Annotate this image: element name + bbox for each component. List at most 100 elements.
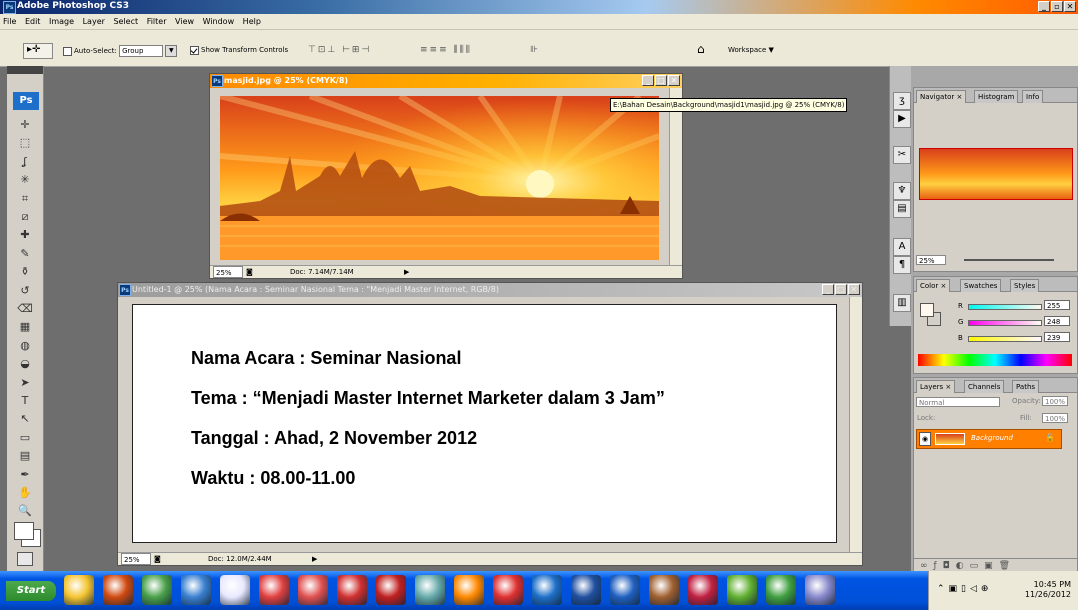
document-title-bar[interactable]: Ps masjid.jpg @ 25% (CMYK/8) _ □ ✕ xyxy=(210,74,682,88)
taskbar-app-icon[interactable] xyxy=(64,575,94,605)
menu-layer[interactable]: Layer xyxy=(80,14,108,29)
document-vertical-scrollbar[interactable] xyxy=(669,88,682,266)
notes-panel-icon[interactable]: ▥ xyxy=(893,294,911,312)
tab-layers[interactable]: Layers × xyxy=(916,380,956,393)
eraser-icon[interactable]: ⌫ xyxy=(17,302,33,316)
eyedropper-icon[interactable]: ✒ xyxy=(17,468,33,482)
tab-swatches[interactable]: Swatches xyxy=(960,279,1002,292)
align-buttons-group[interactable]: ⊤⊡⊥ ⊢⊞⊣ xyxy=(308,45,371,55)
blur-icon[interactable]: ◍ xyxy=(17,339,33,353)
notes-icon[interactable]: ▤ xyxy=(17,449,33,463)
opacity-field[interactable]: 100% xyxy=(1042,396,1068,406)
taskbar-app-icon[interactable] xyxy=(298,575,328,605)
menu-select[interactable]: Select xyxy=(110,14,141,29)
fill-field[interactable]: 100% xyxy=(1042,413,1068,423)
taskbar-app-icon[interactable] xyxy=(805,575,835,605)
tab-paths[interactable]: Paths xyxy=(1012,380,1040,393)
foreground-color-chip[interactable] xyxy=(920,303,934,317)
crop-icon[interactable]: ⌗ xyxy=(17,192,33,206)
hand-icon[interactable]: ✋ xyxy=(17,486,33,500)
taskbar-app-icon[interactable] xyxy=(103,575,133,605)
layers-bottom-toolbar[interactable]: ∞ƒ◘◐▭▣🗑 xyxy=(914,558,1077,572)
blue-value[interactable]: 239 xyxy=(1044,332,1070,342)
tools-panel-header[interactable] xyxy=(7,66,43,74)
paragraph-panel-icon[interactable]: ¶ xyxy=(893,256,911,274)
menu-file[interactable]: File xyxy=(0,14,19,29)
blue-slider[interactable] xyxy=(968,336,1042,342)
gradient-icon[interactable]: ▦ xyxy=(17,320,33,334)
menu-filter[interactable]: Filter xyxy=(144,14,170,29)
zoom-icon[interactable]: 🔍 xyxy=(17,504,33,518)
red-value[interactable]: 255 xyxy=(1044,300,1070,310)
tray-icons[interactable]: ⌃▣▯◁⊕ xyxy=(937,584,992,594)
canvas[interactable]: Nama Acara : Seminar Nasional Tema : “Me… xyxy=(132,304,837,543)
taskbar-app-icon[interactable] xyxy=(142,575,172,605)
group-select[interactable]: Group xyxy=(119,45,164,57)
navigator-zoom-field[interactable]: 25% xyxy=(916,255,946,265)
brushes-panel-icon[interactable]: ʒ xyxy=(893,92,911,110)
doc-minimize-button[interactable]: _ xyxy=(642,75,654,86)
taskbar-app-icon[interactable] xyxy=(532,575,562,605)
taskbar-app-icon[interactable] xyxy=(649,575,679,605)
menu-window[interactable]: Window xyxy=(200,14,238,29)
close-button[interactable]: ✕ xyxy=(1064,1,1076,12)
magic-wand-icon[interactable]: ✳ xyxy=(17,173,33,187)
marquee-icon[interactable]: ⬚ xyxy=(17,136,33,150)
dodge-icon[interactable]: ◒ xyxy=(17,357,33,371)
taskbar-app-icon[interactable] xyxy=(181,575,211,605)
tab-styles[interactable]: Styles xyxy=(1010,279,1040,292)
taskbar-app-icon[interactable] xyxy=(454,575,484,605)
layer-comps-icon[interactable]: ▤ xyxy=(893,200,911,218)
bridge-icon[interactable]: ⌂ xyxy=(697,42,705,56)
status-icon[interactable]: ◙ xyxy=(154,553,161,565)
taskbar-app-icon[interactable] xyxy=(727,575,757,605)
doc-close-button[interactable]: ✕ xyxy=(848,284,860,295)
tab-histogram[interactable]: Histogram xyxy=(974,90,1019,103)
taskbar-app-icon[interactable] xyxy=(376,575,406,605)
green-value[interactable]: 248 xyxy=(1044,316,1070,326)
doc-maximize-button[interactable]: □ xyxy=(835,284,847,295)
foreground-color-swatch[interactable] xyxy=(14,522,34,540)
taskbar-app-icon[interactable] xyxy=(610,575,640,605)
slice-icon[interactable]: ⧄ xyxy=(17,210,33,224)
start-button[interactable]: Start xyxy=(6,581,56,601)
document-window-untitled[interactable]: Ps Untitled-1 @ 25% (Nama Acara : Semina… xyxy=(117,282,863,566)
dropdown-arrow-icon[interactable]: ▼ xyxy=(165,45,178,57)
status-icon[interactable]: ◙ xyxy=(246,266,253,278)
zoom-field[interactable]: 25% xyxy=(213,266,243,278)
navigator-preview[interactable] xyxy=(919,148,1073,200)
path-select-icon[interactable]: ➤ xyxy=(17,376,33,390)
taskbar-app-icon[interactable] xyxy=(766,575,796,605)
blend-mode-select[interactable]: Normal xyxy=(916,397,1000,407)
type-icon[interactable]: T xyxy=(17,394,33,408)
document-vertical-scrollbar[interactable] xyxy=(849,297,862,553)
direct-select-icon[interactable]: ↖ xyxy=(17,412,33,426)
doc-maximize-button[interactable]: □ xyxy=(655,75,667,86)
show-transform-checkbox[interactable] xyxy=(190,45,199,55)
rectangle-icon[interactable]: ▭ xyxy=(17,431,33,445)
doc-minimize-button[interactable]: _ xyxy=(822,284,834,295)
clock[interactable]: 10:45 PM 11/26/2012 xyxy=(1025,580,1071,600)
lasso-icon[interactable]: ʆ xyxy=(17,155,33,169)
screen-mode-icon[interactable] xyxy=(17,552,33,566)
auto-align-button[interactable]: ⊪ xyxy=(530,45,540,55)
menu-edit[interactable]: Edit xyxy=(22,14,44,29)
character-panel-icon[interactable]: A xyxy=(893,238,911,256)
doc-close-button[interactable]: ✕ xyxy=(668,75,680,86)
color-ramp[interactable] xyxy=(918,354,1072,366)
taskbar-app-icon[interactable] xyxy=(415,575,445,605)
spot-heal-icon[interactable]: ✚ xyxy=(17,228,33,242)
zoom-field[interactable]: 25% xyxy=(121,553,151,565)
tool-presets-icon[interactable]: ✂ xyxy=(893,146,911,164)
minimize-button[interactable]: _ xyxy=(1038,1,1050,12)
menu-image[interactable]: Image xyxy=(46,14,77,29)
green-slider[interactable] xyxy=(968,320,1042,326)
app-title-bar[interactable]: Ps Adobe Photoshop CS3 _ ▫ ✕ xyxy=(0,0,1078,14)
auto-select-checkbox[interactable] xyxy=(63,46,72,56)
clone-source-icon[interactable]: ♆ xyxy=(893,182,911,200)
menu-view[interactable]: View xyxy=(172,14,197,29)
taskbar-app-icon[interactable] xyxy=(493,575,523,605)
status-menu-arrow-icon[interactable]: ▶ xyxy=(404,266,409,278)
tab-info[interactable]: Info xyxy=(1022,90,1044,103)
actions-panel-icon[interactable]: ▶ xyxy=(893,110,911,128)
